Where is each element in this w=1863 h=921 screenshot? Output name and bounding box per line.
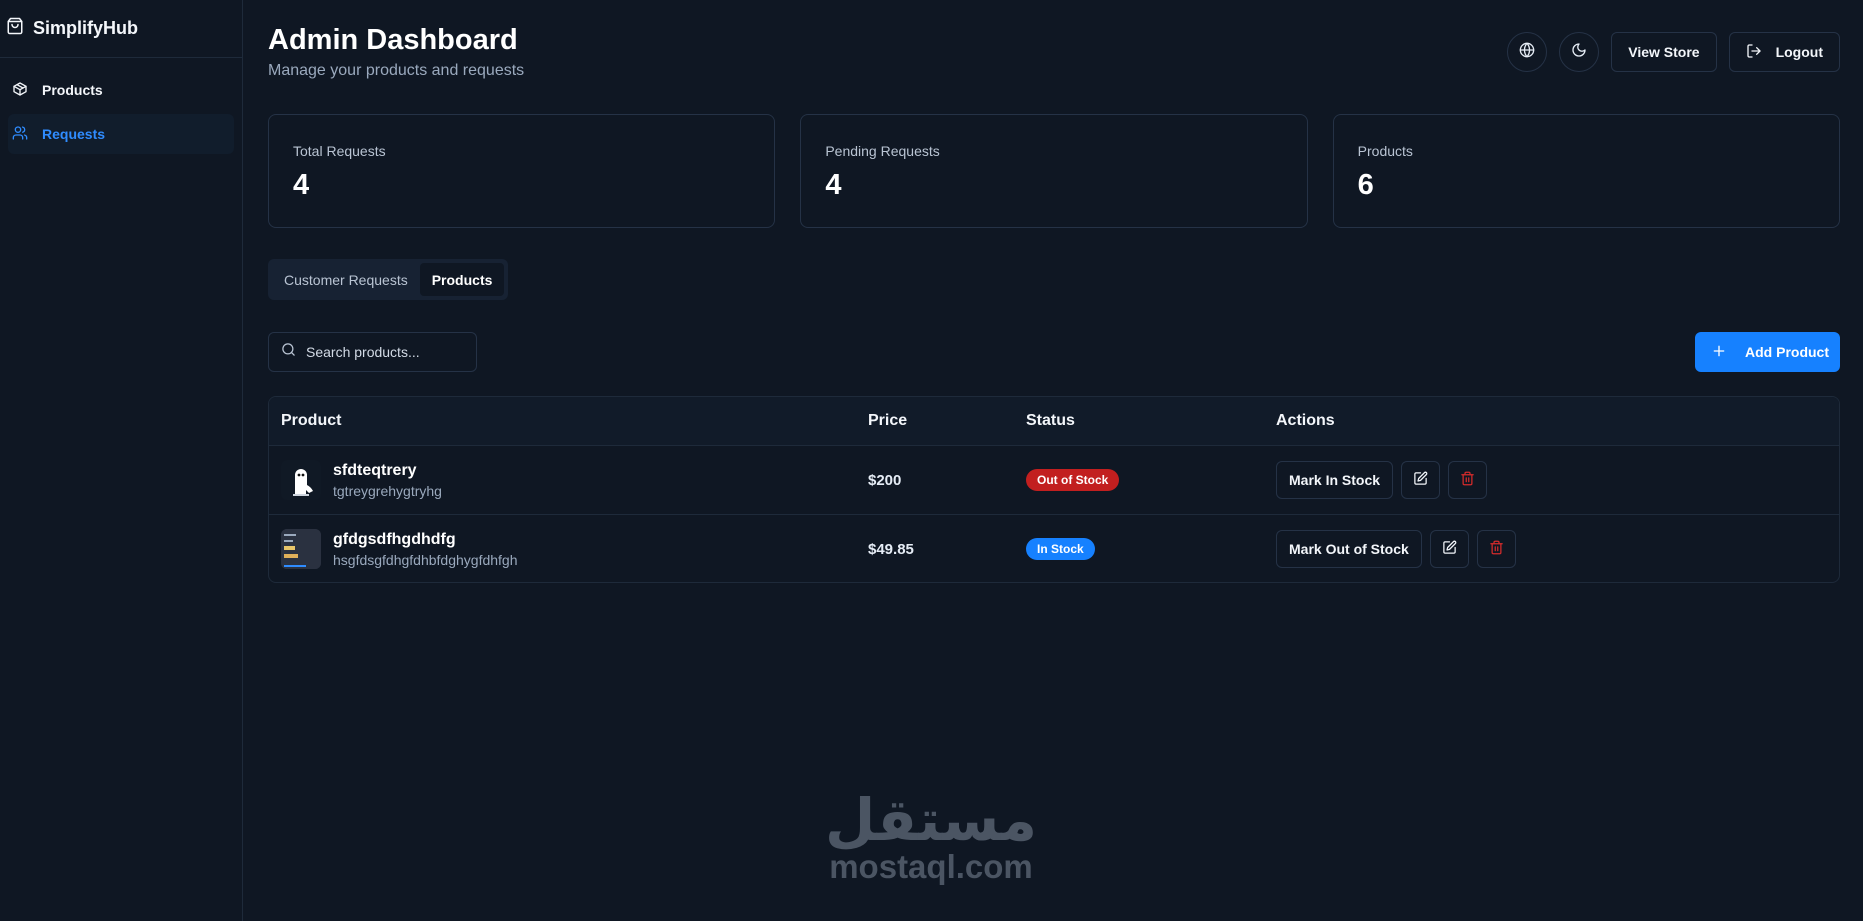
edit-icon (1413, 471, 1428, 489)
globe-icon (1519, 42, 1535, 63)
product-thumbnail (281, 460, 321, 500)
stat-label: Pending Requests (825, 143, 940, 159)
stat-value: 4 (293, 169, 310, 201)
column-header-price: Price (868, 412, 908, 429)
product-description: hsgfdsgfdhgfdhbfdghygfdhfgh (333, 551, 518, 568)
add-product-label: Add Product (1745, 344, 1829, 360)
stat-value: 6 (1357, 169, 1374, 201)
tab-products[interactable]: Products (419, 263, 505, 296)
products-table: Product Price Status Actions sfdteqtrery… (268, 396, 1840, 583)
stat-card-total-requests: Total Requests 4 (268, 114, 776, 228)
moon-icon (1571, 42, 1587, 63)
brand-name: SimplifyHub (33, 18, 139, 38)
status-cell: Out of Stock (1026, 469, 1276, 491)
actions-cell: Mark In Stock (1276, 461, 1839, 499)
delete-button[interactable] (1448, 461, 1488, 499)
table-row: gfdgsdfhgdhdfg hsgfdsgfdhgfdhbfdghygfdhf… (269, 514, 1839, 582)
language-button[interactable] (1507, 32, 1548, 72)
table-row: sfdteqtrery tgtreygrehygtryhg $200 Out o… (269, 445, 1839, 514)
toggle-stock-button[interactable]: Mark Out of Stock (1276, 530, 1422, 568)
theme-toggle-button[interactable] (1559, 32, 1600, 72)
users-icon (12, 125, 28, 144)
sidebar-item-label: Products (42, 82, 103, 98)
tab-list: Customer Requests Products (268, 259, 509, 300)
product-name: sfdteqtrery (333, 461, 417, 479)
add-product-button[interactable]: Add Product (1695, 332, 1840, 372)
search-input[interactable] (306, 344, 466, 360)
ghost-figure-image (293, 469, 313, 496)
column-header-actions: Actions (1276, 412, 1335, 429)
status-badge: In Stock (1026, 538, 1095, 560)
sidebar-item-products[interactable]: Products (8, 70, 234, 110)
plus-icon (1711, 343, 1727, 362)
search-box (268, 332, 477, 372)
sidebar: SimplifyHub Products Requests (0, 0, 243, 921)
box-icon (12, 81, 28, 100)
actions-cell: Mark Out of Stock (1276, 530, 1839, 568)
trash-icon (1460, 471, 1475, 489)
edit-icon (1442, 540, 1457, 558)
watermark-logo: مستقل mostaql.com (818, 790, 1044, 886)
status-cell: In Stock (1026, 538, 1276, 560)
stat-card-pending-requests: Pending Requests 4 (800, 114, 1308, 228)
delete-button[interactable] (1476, 530, 1516, 568)
trash-icon (1489, 540, 1504, 558)
product-name: gfdgsdfhgdhdfg (333, 530, 456, 548)
product-thumbnail (281, 529, 321, 569)
stat-label: Products (1357, 143, 1413, 159)
table-header: Product Price Status Actions (269, 397, 1839, 445)
watermark-arabic-text: مستقل (824, 786, 1038, 854)
product-cell: gfdgsdfhgdhdfg hsgfdsgfdhgfdhbfdghygfdhf… (269, 529, 868, 569)
page-title: Admin Dashboard (268, 24, 518, 56)
logout-button[interactable]: Logout (1728, 32, 1840, 72)
search-icon (281, 342, 296, 362)
stat-card-products: Products 6 (1332, 114, 1840, 228)
status-badge: Out of Stock (1026, 469, 1120, 491)
column-header-product: Product (281, 412, 342, 429)
screenshot-thumbnail-image (281, 529, 321, 569)
edit-button[interactable] (1401, 461, 1441, 499)
sidebar-nav: Products Requests (0, 58, 242, 170)
sidebar-item-requests[interactable]: Requests (8, 114, 234, 154)
product-price: $200 (868, 471, 902, 489)
logout-label: Logout (1775, 44, 1823, 60)
view-store-button[interactable]: View Store (1611, 32, 1717, 72)
tab-customer-requests[interactable]: Customer Requests (272, 263, 420, 296)
header-actions: View Store Logout (1507, 32, 1840, 72)
brand[interactable]: SimplifyHub (0, 0, 242, 58)
shopping-bag-icon (6, 17, 24, 40)
edit-button[interactable] (1429, 530, 1469, 568)
product-cell: sfdteqtrery tgtreygrehygtryhg (269, 460, 868, 500)
column-header-status: Status (1026, 412, 1075, 429)
product-description: tgtreygrehygtryhg (333, 482, 442, 499)
logout-icon (1746, 43, 1762, 62)
product-price: $49.85 (868, 540, 914, 558)
stats-row: Total Requests 4 Pending Requests 4 Prod… (268, 114, 1840, 228)
page-subtitle: Manage your products and requests (268, 62, 525, 79)
watermark-latin-text: mostaql.com (829, 848, 1033, 885)
toggle-stock-button[interactable]: Mark In Stock (1276, 461, 1394, 499)
sidebar-item-label: Requests (42, 126, 106, 142)
stat-value: 4 (825, 169, 842, 201)
stat-label: Total Requests (293, 143, 386, 159)
